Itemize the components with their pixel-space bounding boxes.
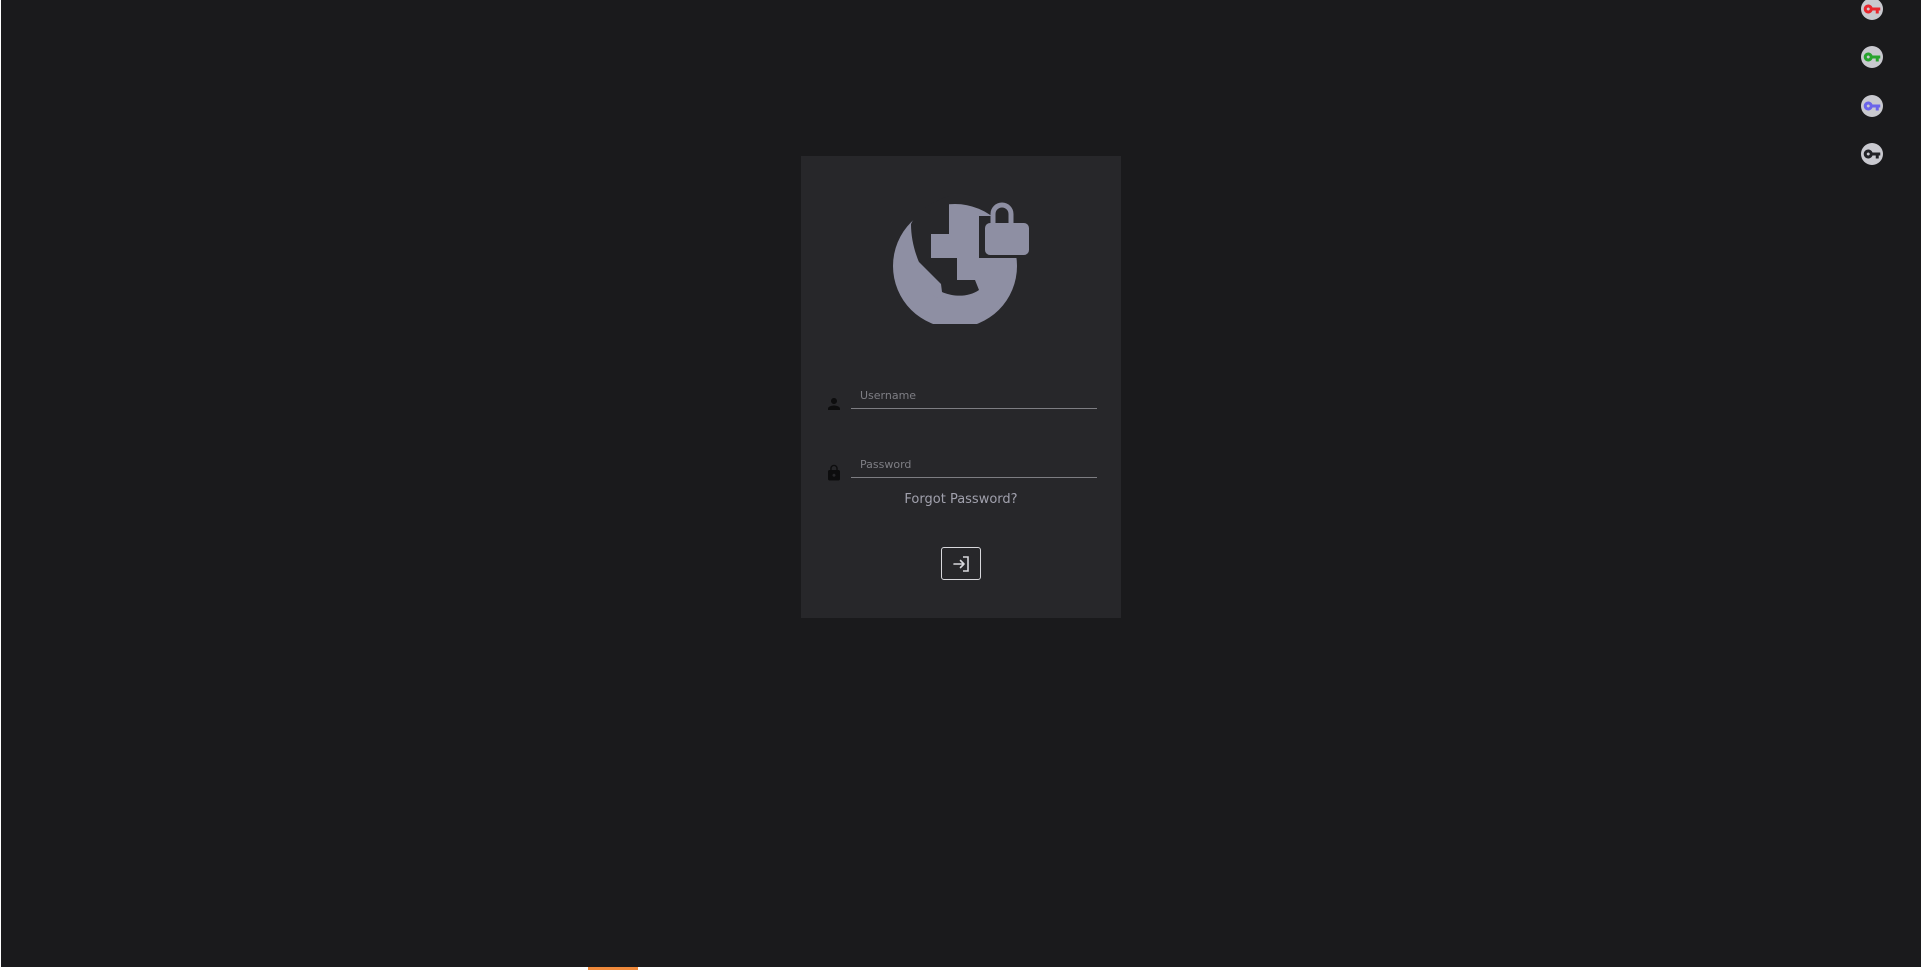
quick-login-key-black-button[interactable]: [1861, 143, 1883, 165]
username-input[interactable]: [851, 383, 1097, 409]
person-icon: [825, 395, 843, 413]
password-input[interactable]: [851, 452, 1097, 478]
lock-icon: [825, 464, 843, 482]
quick-login-key-blue-button[interactable]: [1861, 95, 1883, 117]
quick-login-key-green-button[interactable]: [1861, 46, 1883, 68]
key-icon: [1863, 149, 1881, 159]
login-card: Forgot Password?: [801, 156, 1121, 618]
forgot-password-link[interactable]: Forgot Password?: [801, 492, 1121, 507]
key-icon: [1863, 4, 1881, 14]
key-icon: [1863, 101, 1881, 111]
login-button[interactable]: [941, 547, 981, 580]
quick-login-key-red-button[interactable]: [1861, 0, 1883, 20]
login-page: Forgot Password?: [1, 0, 1921, 967]
username-row: [825, 375, 1097, 415]
key-icon: [1863, 52, 1881, 62]
globe-lock-icon: [891, 184, 1031, 324]
password-row: [825, 444, 1097, 484]
login-arrow-icon: [953, 555, 969, 572]
